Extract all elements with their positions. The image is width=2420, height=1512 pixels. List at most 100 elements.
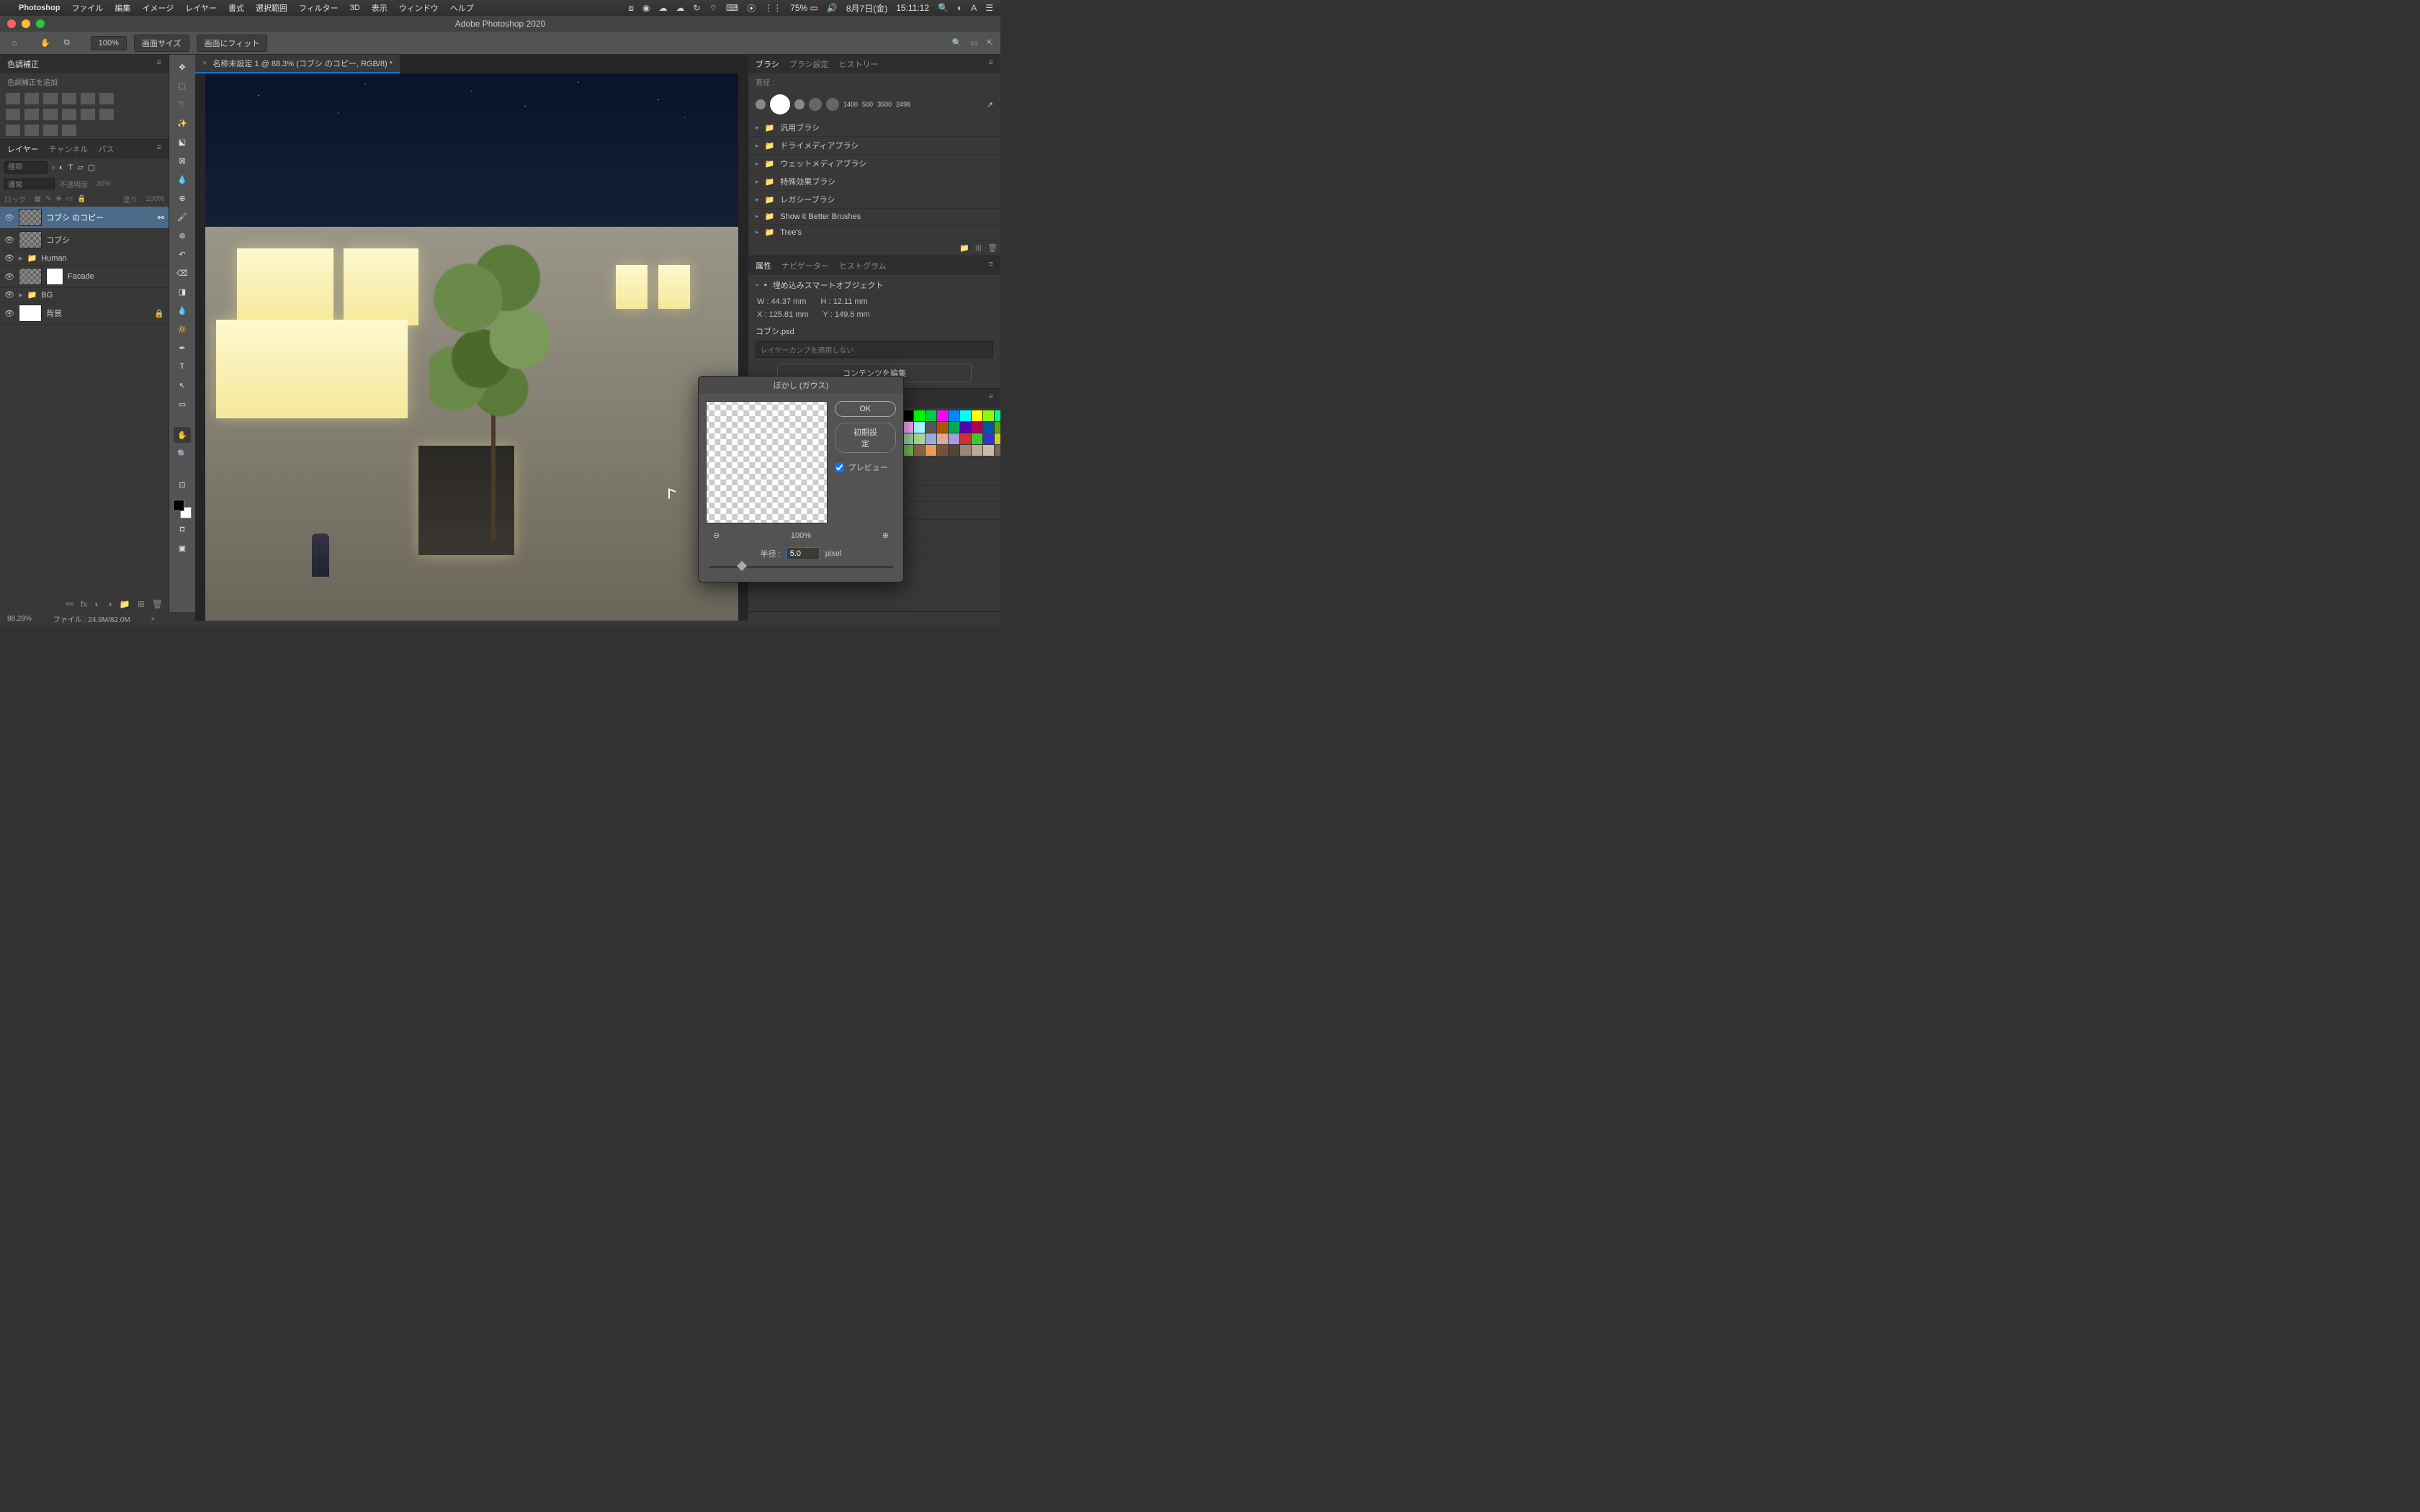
frame-tool[interactable]: ⊠ <box>174 153 191 168</box>
eyedropper-tool[interactable]: 💧 <box>174 171 191 187</box>
fit-screen-button[interactable]: 画面サイズ <box>134 35 189 52</box>
adj-hue-icon[interactable] <box>99 93 114 104</box>
layer-row[interactable]: 👁 背景 🔒 <box>0 302 169 325</box>
color-swatch[interactable] <box>995 433 1000 444</box>
color-swatch[interactable] <box>960 433 971 444</box>
visibility-icon[interactable]: 👁 <box>4 309 14 318</box>
menu-layer[interactable]: レイヤー <box>185 2 217 14</box>
adjustments-tab[interactable]: 色調補正 <box>7 58 39 70</box>
layer-filter-input[interactable] <box>4 161 48 174</box>
color-swatch[interactable] <box>995 410 1000 421</box>
properties-tab[interactable]: 属性 <box>756 260 771 271</box>
hand-tool-icon[interactable]: ✋ <box>38 36 53 50</box>
color-swatch[interactable] <box>937 433 948 444</box>
panel-menu-icon[interactable]: ≡ <box>989 260 993 271</box>
brush-folder[interactable]: ▸📁Show it Better Brushes <box>748 209 1000 225</box>
menu-view[interactable]: 表示 <box>372 2 387 14</box>
color-swatch[interactable] <box>937 410 948 421</box>
menu-file[interactable]: ファイル <box>71 2 103 14</box>
adj-selective-icon[interactable] <box>43 125 58 136</box>
gradient-tool[interactable]: ◨ <box>174 284 191 300</box>
layer-row[interactable]: 👁 コブシ <box>0 229 169 251</box>
color-swatch[interactable] <box>972 445 982 456</box>
home-icon[interactable]: ⌂ <box>7 36 22 50</box>
share-icon[interactable]: ⇱ <box>987 38 993 48</box>
panel-menu-icon[interactable]: ≡ <box>989 392 993 404</box>
zoom-tool[interactable]: 🔍 <box>174 446 191 462</box>
stamp-tool[interactable]: ⊛ <box>174 228 191 243</box>
expand-icon[interactable]: ▸ <box>756 178 759 186</box>
expand-icon[interactable]: ▸ <box>19 290 23 300</box>
new-layer-icon[interactable]: ⊞ <box>138 599 145 609</box>
color-swatches[interactable] <box>173 500 192 518</box>
menu-edit[interactable]: 編集 <box>115 2 130 14</box>
w-value[interactable]: 44.37 mm <box>771 297 807 306</box>
layers-tab[interactable]: レイヤー <box>7 143 39 155</box>
layer-thumbnail[interactable] <box>19 268 42 285</box>
adj-gradient-map-icon[interactable] <box>24 125 39 136</box>
panel-menu-icon[interactable]: ≡ <box>157 58 161 70</box>
search-icon[interactable]: 🔍 <box>952 38 962 48</box>
status-zoom[interactable]: 88.29% <box>7 615 32 623</box>
color-swatch[interactable] <box>949 433 959 444</box>
expand-icon[interactable]: ▸ <box>756 160 759 168</box>
filter-type-icon[interactable]: T <box>68 163 73 172</box>
group-icon[interactable]: 📁 <box>120 599 130 609</box>
new-brush-icon[interactable]: ⊞ <box>975 243 982 253</box>
color-swatch[interactable] <box>972 410 982 421</box>
mask-icon[interactable]: ◐ <box>94 599 99 609</box>
channels-tab[interactable]: チャンネル <box>49 143 89 155</box>
zoom-in-icon[interactable]: ⊕ <box>882 531 889 540</box>
histogram-tab[interactable]: ヒストグラム <box>839 260 887 271</box>
color-swatch[interactable] <box>902 445 913 456</box>
panel-menu-icon[interactable]: ≡ <box>989 58 993 70</box>
color-swatch[interactable] <box>983 422 994 433</box>
reset-button[interactable]: 初期設定 <box>835 423 896 453</box>
menu-select[interactable]: 選択範囲 <box>256 2 287 14</box>
bluetooth-icon[interactable]: ⌔ <box>709 3 717 14</box>
color-swatch[interactable] <box>914 410 925 421</box>
fill-value[interactable]: 100% <box>145 195 164 203</box>
preview-checkbox-row[interactable]: プレビュー <box>835 462 896 473</box>
expand-icon[interactable]: ▸ <box>756 142 759 150</box>
color-swatch[interactable] <box>972 433 982 444</box>
visibility-icon[interactable]: 👁 <box>4 272 14 282</box>
filter-pixel-icon[interactable]: ▫ <box>52 163 55 172</box>
adj-layer-icon[interactable]: ◑ <box>107 599 112 609</box>
layer-row[interactable]: 👁 コブシ のコピー ⚯ <box>0 207 169 229</box>
color-swatch[interactable] <box>949 410 959 421</box>
adj-brightness-icon[interactable] <box>6 93 20 104</box>
layer-thumbnail[interactable] <box>19 305 42 322</box>
delete-brush-icon[interactable]: 🗑 <box>987 243 998 253</box>
brush-preset[interactable] <box>809 98 822 111</box>
brush-tool[interactable]: 🖌 <box>174 209 191 225</box>
status-arrow-icon[interactable]: ▸ <box>152 615 156 623</box>
lasso-tool[interactable]: ➰ <box>174 96 191 112</box>
layer-name[interactable]: Human <box>41 254 66 263</box>
zoom-value[interactable]: 100% <box>91 36 127 50</box>
adj-posterize-icon[interactable] <box>99 109 114 120</box>
spotlight-icon[interactable]: 🔍 <box>938 3 949 13</box>
lock-paint-icon[interactable]: ✎ <box>45 195 51 203</box>
battery-status[interactable]: 75% ▭ <box>790 3 818 13</box>
timemachine-icon[interactable]: ↻ <box>694 3 701 13</box>
net-icon[interactable]: ⦿ <box>747 2 756 14</box>
new-group-icon[interactable]: 📁 <box>959 243 969 253</box>
expand-icon[interactable]: ▸ <box>19 253 23 263</box>
status-file[interactable]: ファイル : 24.9M/82.0M <box>53 613 130 624</box>
menu-help[interactable]: ヘルプ <box>450 2 474 14</box>
ok-button[interactable]: OK <box>835 401 896 417</box>
expand-icon[interactable]: ▸ <box>756 196 759 204</box>
brush-preset[interactable] <box>770 94 790 114</box>
opacity-value[interactable]: 30% <box>97 180 111 188</box>
color-swatch[interactable] <box>926 422 936 433</box>
shape-tool[interactable]: ▭ <box>174 396 191 412</box>
visibility-icon[interactable]: 👁 <box>4 290 14 300</box>
color-swatch[interactable] <box>960 410 971 421</box>
fg-color[interactable] <box>173 500 184 511</box>
adj-invert-icon[interactable] <box>81 109 95 120</box>
adj-levels-icon[interactable] <box>24 93 39 104</box>
wifi-icon[interactable]: ⋮⋮ <box>764 3 781 13</box>
visibility-icon[interactable]: 👁 <box>4 253 14 263</box>
menu-filter[interactable]: フィルター <box>299 2 339 14</box>
